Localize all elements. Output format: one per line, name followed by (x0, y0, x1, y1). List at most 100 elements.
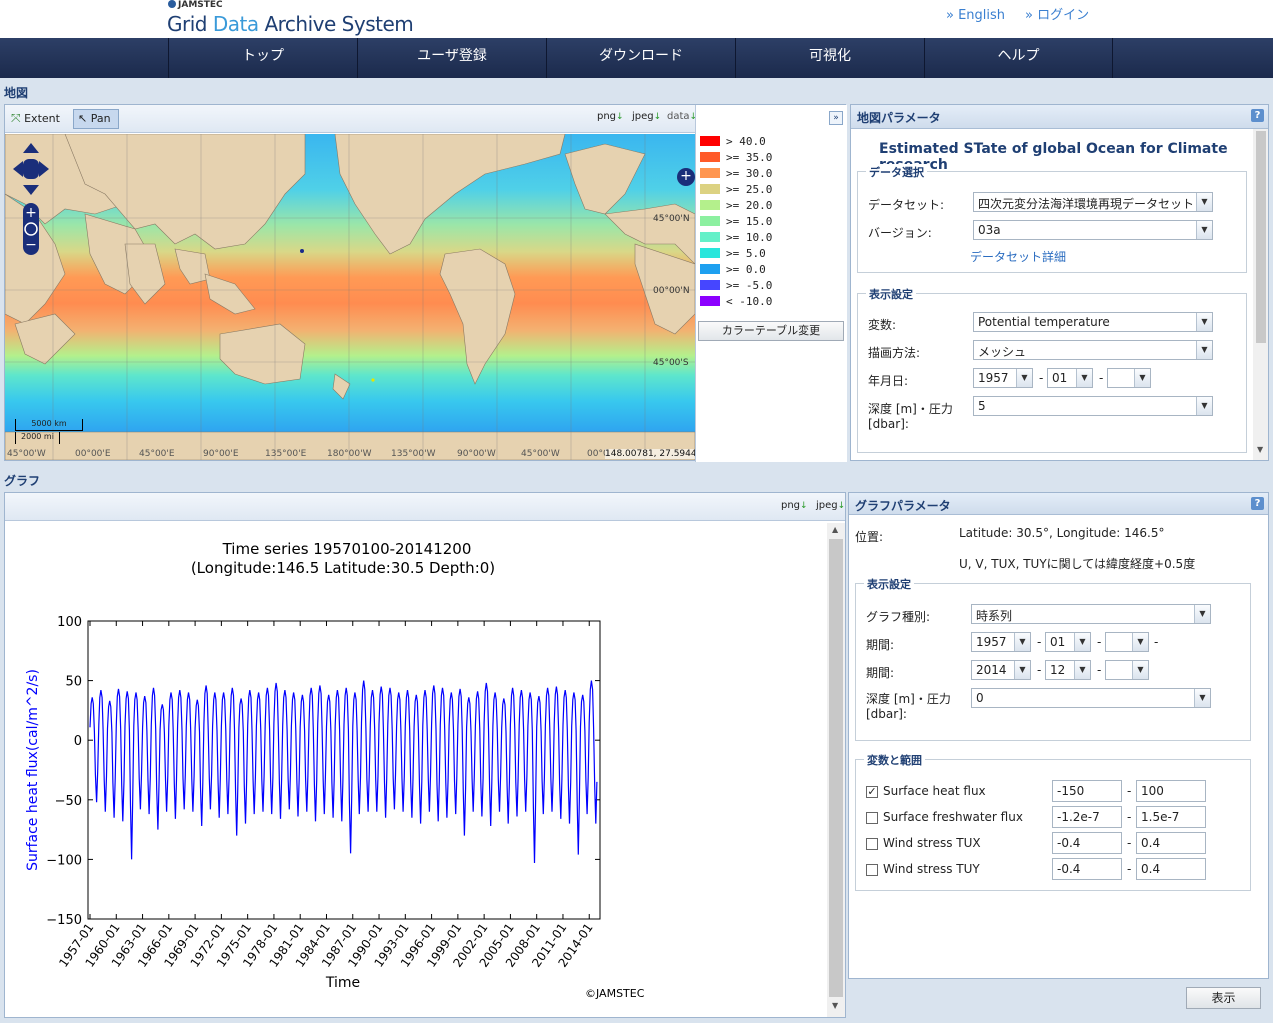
graph-display-settings-group: 表示設定 グラフ種別: 時系列 ▼ 期間: 1957 ▼ - 01 ▼ - ▼ - 期… (855, 576, 1251, 741)
lon-label: 135°00'E (265, 449, 307, 459)
colortable-change-button[interactable]: カラーテーブル変更 (698, 321, 844, 341)
chevron-down-icon: ▼ (1196, 341, 1212, 359)
variable-checkbox[interactable] (866, 812, 878, 824)
site-title[interactable]: Grid Data Archive System (167, 12, 414, 36)
scroll-thumb[interactable] (1256, 131, 1266, 343)
extent-icon: ⤧ (11, 111, 21, 125)
legend-row: >= 20.0 (700, 199, 772, 212)
variable-checkbox[interactable] (866, 864, 878, 876)
scroll-up-icon[interactable]: ▲ (832, 525, 838, 534)
range-min-input[interactable]: -0.4 (1052, 858, 1122, 880)
version-select[interactable]: 03a ▼ (973, 220, 1213, 240)
nav-download[interactable]: ダウンロード (546, 38, 735, 78)
period-start-label: 期間: (866, 638, 895, 652)
graph-toolbar: png↓ jpeg↓ (5, 493, 845, 521)
variable-name: Wind stress TUY (883, 862, 980, 876)
heat-flux-line (89, 680, 598, 864)
graph-png-button[interactable]: png↓ (781, 500, 808, 511)
range-min-input[interactable]: -150 (1052, 780, 1122, 802)
month-select[interactable]: 01 ▼ (1047, 368, 1093, 388)
graph-scrollbar[interactable]: ▲ ▼ (827, 523, 845, 1017)
lon-label: 90°00'W (457, 449, 496, 459)
dataset-detail-link[interactable]: データセット詳細 (970, 248, 1066, 265)
variable-select[interactable]: Potential temperature ▼ (973, 312, 1213, 332)
pointer-icon: ↖ (78, 112, 88, 125)
map-params-scrollbar[interactable]: ▼ (1253, 129, 1268, 460)
dataset-select[interactable]: 四次元変分法海洋環境再現データセット ▼ (973, 192, 1213, 212)
show-button[interactable]: 表示 (1186, 987, 1261, 1009)
draw-method-select[interactable]: メッシュ ▼ (973, 340, 1213, 360)
variable-checkbox[interactable] (866, 838, 878, 850)
end-day-select[interactable]: ▼ (1105, 660, 1149, 680)
range-max-input[interactable]: 1.5e-7 (1136, 806, 1206, 828)
y-tick-label: 0 (74, 734, 82, 749)
graph-depth-select[interactable]: 0 ▼ (971, 688, 1211, 708)
map-canvas[interactable] (5, 134, 695, 460)
extent-button[interactable]: ⤧ Extent (11, 111, 60, 126)
graph-panel: png↓ jpeg↓ Time series 19570100-20141200… (4, 492, 846, 1018)
depth-select[interactable]: 5 ▼ (973, 396, 1213, 416)
range-min-input[interactable]: -0.4 (1052, 832, 1122, 854)
start-year-select[interactable]: 1957 ▼ (971, 632, 1031, 652)
legend-row: >= 30.0 (700, 167, 772, 180)
map-png-button[interactable]: png↓ (597, 111, 624, 122)
nav-user-register[interactable]: ユーザ登録 (357, 38, 546, 78)
pan-button[interactable]: ↖ Pan (73, 109, 119, 129)
legend-row: >= 0.0 (700, 263, 766, 276)
scroll-down-icon[interactable]: ▼ (1257, 445, 1263, 454)
pan-label: Pan (90, 112, 111, 125)
dash: - (1154, 635, 1159, 649)
help-icon[interactable]: ? (1251, 497, 1264, 510)
chevron-down-icon: ▼ (1014, 633, 1030, 651)
draw-method-label: 描画方法: (868, 346, 921, 360)
title-part: System (341, 12, 414, 36)
end-year-value: 2014 (976, 663, 1007, 677)
lon-label: 135°00'W (391, 449, 436, 459)
legend-label: >= 25.0 (726, 183, 773, 196)
english-link[interactable]: » English (946, 8, 1005, 23)
chart-subtitle: (Longitude:146.5 Latitude:30.5 Depth:0) (191, 559, 495, 577)
pan-up-icon (23, 143, 39, 153)
legend-row: >= 35.0 (700, 151, 772, 164)
scroll-thumb[interactable] (829, 539, 843, 997)
map-panel: ⤧ Extent ↖ Pan png↓ jpeg↓ data↓ 45°00'N … (4, 104, 847, 462)
map-params-title-text: 地図パラメータ (857, 111, 941, 125)
map-data-button[interactable]: data↓ (667, 111, 697, 122)
variable-checkbox[interactable]: ✓ (866, 786, 878, 798)
day-select[interactable]: ▼ (1107, 368, 1151, 388)
graph-jpeg-button[interactable]: jpeg↓ (816, 500, 845, 511)
year-select[interactable]: 1957 ▼ (973, 368, 1033, 388)
legend-label: >= 35.0 (726, 151, 773, 164)
zoom-in-icon: + (25, 205, 37, 221)
dash: - (1127, 836, 1132, 850)
login-link[interactable]: » ログイン (1025, 8, 1089, 23)
nav-top[interactable]: トップ (168, 38, 357, 78)
scale-bar-km: 5000 km (15, 419, 83, 431)
title-part: Grid (167, 12, 213, 36)
start-month-select[interactable]: 01 ▼ (1045, 632, 1091, 652)
layer-switcher-plus-icon[interactable]: + (677, 168, 695, 186)
range-max-input[interactable]: 100 (1136, 780, 1206, 802)
end-month-select[interactable]: 12 ▼ (1045, 660, 1091, 680)
legend-label: >= 15.0 (726, 215, 773, 228)
dash: - (1037, 635, 1042, 649)
range-max-input[interactable]: 0.4 (1136, 832, 1206, 854)
scroll-down-icon[interactable]: ▼ (832, 1001, 838, 1010)
range-max-input[interactable]: 0.4 (1136, 858, 1206, 880)
map-jpeg-button[interactable]: jpeg↓ (632, 111, 661, 122)
graph-type-select[interactable]: 時系列 ▼ (971, 604, 1211, 624)
lon-label: 90°00'E (203, 449, 239, 459)
zoom-out-icon: − (25, 237, 37, 253)
graph-section-label: グラフ (4, 474, 41, 488)
range-min-input[interactable]: -1.2e-7 (1052, 806, 1122, 828)
start-day-select[interactable]: ▼ (1105, 632, 1149, 652)
help-icon[interactable]: ? (1251, 109, 1264, 122)
point-marker (371, 378, 375, 382)
end-year-select[interactable]: 2014 ▼ (971, 660, 1031, 680)
chevron-down-icon: ▼ (1132, 661, 1148, 679)
nav-help[interactable]: ヘルプ (924, 38, 1113, 78)
collapse-icon[interactable]: » (829, 111, 843, 125)
dataset-value: 四次元変分法海洋環境再現データセット (978, 197, 1195, 211)
nav-visualize[interactable]: 可視化 (735, 38, 924, 78)
dash: - (1127, 862, 1132, 876)
